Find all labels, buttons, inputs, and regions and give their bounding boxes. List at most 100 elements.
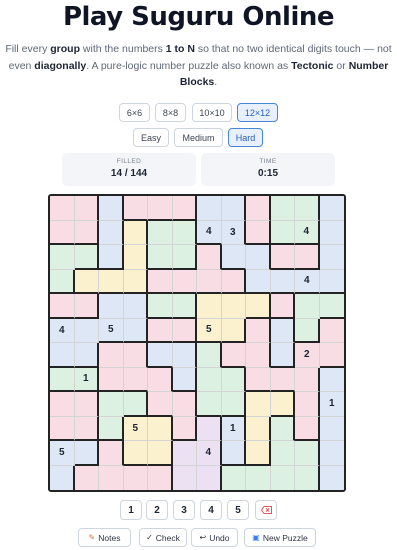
board-cell[interactable] xyxy=(99,196,124,221)
board-cell[interactable] xyxy=(50,343,75,368)
board-cell[interactable] xyxy=(172,269,197,294)
board-cell[interactable] xyxy=(295,245,320,270)
board-cell[interactable] xyxy=(270,245,295,270)
erase-button[interactable] xyxy=(255,500,277,520)
board-cell[interactable] xyxy=(148,392,173,417)
board-cell[interactable] xyxy=(319,220,344,245)
board-cell[interactable]: 3 xyxy=(221,220,246,245)
board-cell[interactable] xyxy=(246,392,271,417)
board-cell[interactable] xyxy=(74,343,99,368)
board-cell[interactable] xyxy=(221,392,246,417)
board-cell[interactable] xyxy=(246,196,271,221)
board-cell[interactable] xyxy=(123,245,148,270)
board-cell[interactable] xyxy=(50,367,75,392)
board-cell[interactable] xyxy=(246,220,271,245)
difficulty-easy-button[interactable]: Easy xyxy=(133,128,169,147)
digit-5-button[interactable]: 5 xyxy=(227,500,249,520)
size-10x10-button[interactable]: 10×10 xyxy=(192,103,232,122)
board-cell[interactable] xyxy=(197,392,222,417)
board-cell[interactable] xyxy=(197,245,222,270)
board-cell[interactable] xyxy=(172,441,197,466)
board-cell[interactable] xyxy=(270,367,295,392)
board-cell[interactable] xyxy=(148,269,173,294)
board-cell[interactable] xyxy=(99,245,124,270)
board-cell[interactable] xyxy=(221,245,246,270)
board-cell[interactable] xyxy=(319,318,344,343)
board-cell[interactable] xyxy=(148,343,173,368)
board-cell[interactable] xyxy=(319,294,344,319)
board-cell[interactable] xyxy=(50,196,75,221)
board-cell[interactable] xyxy=(148,367,173,392)
digit-1-button[interactable]: 1 xyxy=(120,500,142,520)
board-cell[interactable] xyxy=(172,196,197,221)
board-cell[interactable] xyxy=(99,269,124,294)
size-12x12-button[interactable]: 12×12 xyxy=(237,103,278,122)
board-cell[interactable] xyxy=(50,465,75,490)
board-cell[interactable] xyxy=(295,294,320,319)
board-cell[interactable] xyxy=(148,245,173,270)
board-cell[interactable] xyxy=(123,367,148,392)
size-6x6-button[interactable]: 6×6 xyxy=(119,103,150,122)
board-cell[interactable] xyxy=(123,220,148,245)
board-cell[interactable] xyxy=(295,367,320,392)
check-button[interactable]: ✓ Check xyxy=(139,528,187,547)
board-cell[interactable] xyxy=(74,269,99,294)
board-cell[interactable] xyxy=(246,245,271,270)
board-cell[interactable]: 5 xyxy=(50,441,75,466)
digit-2-button[interactable]: 2 xyxy=(146,500,168,520)
board-cell[interactable] xyxy=(172,245,197,270)
board-cell[interactable] xyxy=(99,416,124,441)
board-cell[interactable] xyxy=(295,318,320,343)
board-cell[interactable] xyxy=(319,441,344,466)
board-cell[interactable]: 5 xyxy=(123,416,148,441)
board-cell[interactable] xyxy=(123,441,148,466)
board-cell[interactable] xyxy=(74,294,99,319)
board-cell[interactable] xyxy=(270,318,295,343)
board-cell[interactable] xyxy=(221,269,246,294)
board-cell[interactable] xyxy=(221,343,246,368)
board-cell[interactable] xyxy=(295,392,320,417)
board-cell[interactable] xyxy=(295,465,320,490)
board-cell[interactable] xyxy=(50,294,75,319)
board-cell[interactable] xyxy=(148,416,173,441)
board-cell[interactable] xyxy=(172,343,197,368)
board-cell[interactable] xyxy=(99,220,124,245)
board-cell[interactable]: 4 xyxy=(295,220,320,245)
board-cell[interactable] xyxy=(270,196,295,221)
board-cell[interactable] xyxy=(148,441,173,466)
board-cell[interactable] xyxy=(172,392,197,417)
difficulty-medium-button[interactable]: Medium xyxy=(174,128,223,147)
board-cell[interactable] xyxy=(148,196,173,221)
board-cell[interactable] xyxy=(50,416,75,441)
board-cell[interactable] xyxy=(172,416,197,441)
board-cell[interactable]: 4 xyxy=(295,269,320,294)
board-cell[interactable] xyxy=(148,220,173,245)
board-cell[interactable] xyxy=(295,441,320,466)
board-cell[interactable] xyxy=(74,441,99,466)
board-cell[interactable] xyxy=(172,294,197,319)
board-cell[interactable] xyxy=(197,367,222,392)
board-cell[interactable] xyxy=(197,465,222,490)
board-cell[interactable]: 5 xyxy=(99,318,124,343)
board-cell[interactable] xyxy=(123,465,148,490)
board-cell[interactable] xyxy=(319,367,344,392)
board-cell[interactable] xyxy=(295,196,320,221)
board-cell[interactable] xyxy=(246,294,271,319)
difficulty-hard-button[interactable]: Hard xyxy=(228,128,263,147)
board-cell[interactable] xyxy=(197,343,222,368)
board-cell[interactable] xyxy=(74,318,99,343)
board-cell[interactable]: 1 xyxy=(319,392,344,417)
board-cell[interactable] xyxy=(148,318,173,343)
board-cell[interactable] xyxy=(197,416,222,441)
board-cell[interactable] xyxy=(319,416,344,441)
board-cell[interactable] xyxy=(172,318,197,343)
board-cell[interactable] xyxy=(319,343,344,368)
board-cell[interactable] xyxy=(50,245,75,270)
board-cell[interactable] xyxy=(246,416,271,441)
notes-button[interactable]: ✎ Notes xyxy=(78,528,131,547)
board-cell[interactable] xyxy=(99,441,124,466)
board-cell[interactable] xyxy=(221,441,246,466)
board-cell[interactable]: 4 xyxy=(197,441,222,466)
board-cell[interactable] xyxy=(246,465,271,490)
board-cell[interactable] xyxy=(172,367,197,392)
